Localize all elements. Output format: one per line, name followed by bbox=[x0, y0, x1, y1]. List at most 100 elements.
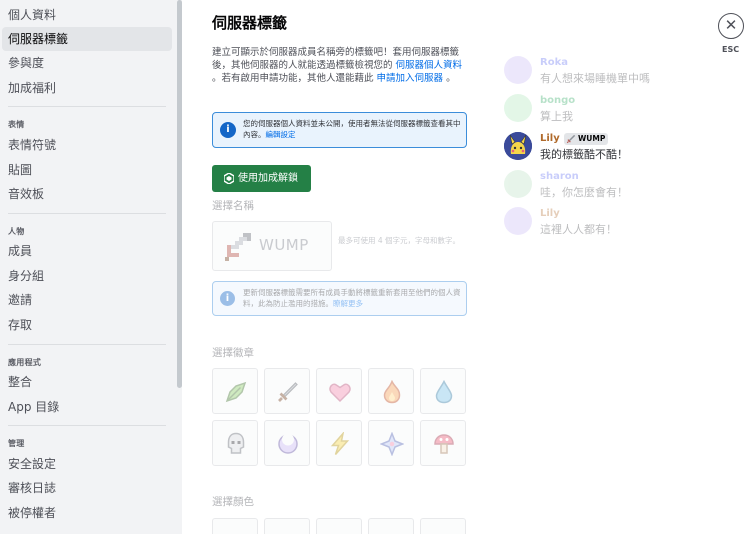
notice-text: 您的伺服器個人資料並未公開，使用者無法從伺服器標籤查看其中內容。編輯設定 bbox=[243, 118, 465, 140]
message-author: Lily bbox=[540, 133, 560, 144]
sidebar-item-engagement[interactable]: 參與度 bbox=[2, 51, 172, 75]
lightning-icon bbox=[330, 432, 350, 455]
badge-option-sword[interactable] bbox=[264, 368, 310, 414]
message-text: 哇，你怎麼會有！ bbox=[540, 186, 628, 199]
sidebar-item-audit-log[interactable]: 審核日誌 bbox=[2, 476, 172, 500]
color-option[interactable] bbox=[316, 518, 362, 534]
message-author: bongo bbox=[540, 95, 576, 106]
sidebar-header-apps: 應用程式 bbox=[8, 358, 42, 367]
color-option[interactable] bbox=[368, 518, 414, 534]
page-description: 建立可顯示於伺服器成員名稱旁的標籤吧！套用伺服器標籤後，其他伺服器的人就能透過標… bbox=[212, 46, 468, 85]
moon-icon bbox=[278, 433, 298, 454]
description-text: 。若有啟用申請功能，其他人還能藉此 bbox=[212, 73, 374, 84]
sidebar-item-profile[interactable]: 個人資料 bbox=[2, 3, 172, 27]
message-author: sharon bbox=[540, 171, 579, 182]
main-content: 伺服器標籤 建立可顯示於伺服器成員名稱旁的標籤吧！套用伺服器標籤後，其他伺服器的… bbox=[182, 0, 750, 534]
sidebar-divider bbox=[8, 425, 166, 426]
fire-icon bbox=[383, 380, 401, 404]
avatar bbox=[504, 132, 532, 160]
settings-sidebar: 個人資料 伺服器標籤 參與度 加成福利 表情 表情符號 貼圖 音效板 人物 成員… bbox=[0, 0, 182, 534]
pikachu-avatar-icon bbox=[504, 132, 532, 160]
sword-icon bbox=[566, 134, 576, 144]
message-text: 算上我 bbox=[540, 110, 573, 123]
sidebar-item-app-directory[interactable]: App 目錄 bbox=[2, 395, 172, 419]
preview-message-highlighted: Lily WUMP 我的標籤酷不酷！ bbox=[502, 132, 732, 162]
preview-message: sharon 哇，你怎麼會有！ bbox=[502, 170, 732, 200]
color-option[interactable] bbox=[420, 518, 466, 534]
server-tag-chip: WUMP bbox=[564, 133, 609, 145]
choose-name-label: 選擇名稱 bbox=[212, 200, 254, 212]
water-drop-icon bbox=[435, 380, 453, 404]
sidebar-divider bbox=[8, 106, 166, 107]
edit-settings-link[interactable]: 編輯設定 bbox=[266, 130, 296, 139]
sidebar-item-soundboard[interactable]: 音效板 bbox=[2, 182, 172, 206]
badge-option-water[interactable] bbox=[420, 368, 466, 414]
close-icon: ✕ bbox=[724, 16, 738, 34]
sidebar-item-boost-perks[interactable]: 加成福利 bbox=[2, 76, 172, 100]
description-text: 。 bbox=[446, 73, 456, 84]
badge-option-lightning[interactable] bbox=[316, 420, 362, 466]
tag-name-value: WUMP bbox=[259, 236, 309, 254]
sidebar-item-invites[interactable]: 邀請 bbox=[2, 288, 172, 312]
sword-icon bbox=[225, 233, 251, 261]
color-options bbox=[212, 518, 472, 534]
preview-message: Roka 有人想來場睡機單中嗎 bbox=[502, 56, 732, 86]
tag-update-notice: i 更新伺服器標籤需要所有成員手動將標籤重新套用至他們的個人資料，此為防止濫用的… bbox=[212, 281, 467, 316]
preview-message: Lily 這裡人人都有！ bbox=[502, 207, 732, 237]
mushroom-icon bbox=[434, 434, 454, 454]
sword-icon bbox=[278, 382, 298, 402]
close-button[interactable]: ✕ bbox=[718, 13, 744, 39]
avatar bbox=[504, 207, 532, 235]
badge-option-heart[interactable] bbox=[316, 368, 362, 414]
message-author: Roka bbox=[540, 57, 568, 68]
sidebar-header-moderation: 管理 bbox=[8, 439, 25, 448]
sidebar-item-server-tag[interactable]: 伺服器標籤 bbox=[2, 27, 172, 51]
profile-notice: i 您的伺服器個人資料並未公開，使用者無法從伺服器標籤查看其中內容。編輯設定 bbox=[212, 112, 467, 148]
avatar bbox=[504, 56, 532, 84]
leaf-icon bbox=[225, 381, 247, 403]
boost-button-label: 使用加成解鎖 bbox=[238, 173, 298, 184]
badge-option-mushroom[interactable] bbox=[420, 420, 466, 466]
message-text: 這裡人人都有！ bbox=[540, 223, 617, 236]
sidebar-item-access[interactable]: 存取 bbox=[2, 313, 172, 337]
avatar bbox=[504, 170, 532, 198]
info-icon: i bbox=[220, 291, 235, 306]
sidebar-divider bbox=[8, 213, 166, 214]
message-text: 有人想來場睡機單中嗎 bbox=[540, 72, 650, 85]
sparkle-icon bbox=[380, 432, 404, 456]
badge-option-fire[interactable] bbox=[368, 368, 414, 414]
unlock-with-boost-button[interactable]: 使用加成解鎖 bbox=[212, 165, 311, 192]
tag-name-input[interactable]: WUMP bbox=[212, 221, 332, 271]
badge-option-leaf[interactable] bbox=[212, 368, 258, 414]
choose-badge-label: 選擇徽章 bbox=[212, 347, 254, 359]
notice-text: 更新伺服器標籤需要所有成員手動將標籤重新套用至他們的個人資料，此為防止濫用的措施… bbox=[243, 287, 465, 309]
message-text: 我的標籤酷不酷！ bbox=[540, 148, 628, 161]
sidebar-item-roles[interactable]: 身分組 bbox=[2, 264, 172, 288]
sidebar-item-emoji[interactable]: 表情符號 bbox=[2, 133, 172, 157]
sidebar-header-people: 人物 bbox=[8, 227, 25, 236]
sidebar-header-emoji: 表情 bbox=[8, 120, 25, 129]
skull-icon bbox=[227, 432, 245, 454]
preview-message: bongo 算上我 bbox=[502, 94, 732, 124]
server-profile-link[interactable]: 伺服器個人資料 bbox=[396, 60, 463, 71]
sidebar-item-safety-setup[interactable]: 安全設定 bbox=[2, 452, 172, 476]
avatar bbox=[504, 94, 532, 122]
page-title: 伺服器標籤 bbox=[212, 14, 288, 32]
badge-option-moon[interactable] bbox=[264, 420, 310, 466]
sidebar-divider bbox=[8, 344, 166, 345]
esc-label: ESC bbox=[722, 45, 740, 54]
badge-option-skull[interactable] bbox=[212, 420, 258, 466]
tag-name-hint: 最多可使用 4 個字元，字母和數字。 bbox=[338, 236, 461, 245]
info-icon: i bbox=[220, 122, 236, 138]
sidebar-item-members[interactable]: 成員 bbox=[2, 239, 172, 263]
badge-option-sparkle[interactable] bbox=[368, 420, 414, 466]
sidebar-item-stickers[interactable]: 貼圖 bbox=[2, 158, 172, 182]
color-option[interactable] bbox=[264, 518, 310, 534]
server-tag-text: WUMP bbox=[578, 134, 606, 143]
sidebar-item-integrations[interactable]: 整合 bbox=[2, 370, 172, 394]
sidebar-item-bans[interactable]: 被停權者 bbox=[2, 501, 172, 525]
learn-more-link[interactable]: 瞭解更多 bbox=[333, 299, 363, 308]
apply-to-join-link[interactable]: 申請加入伺服器 bbox=[377, 73, 444, 84]
heart-icon bbox=[329, 383, 351, 403]
color-option[interactable] bbox=[212, 518, 258, 534]
